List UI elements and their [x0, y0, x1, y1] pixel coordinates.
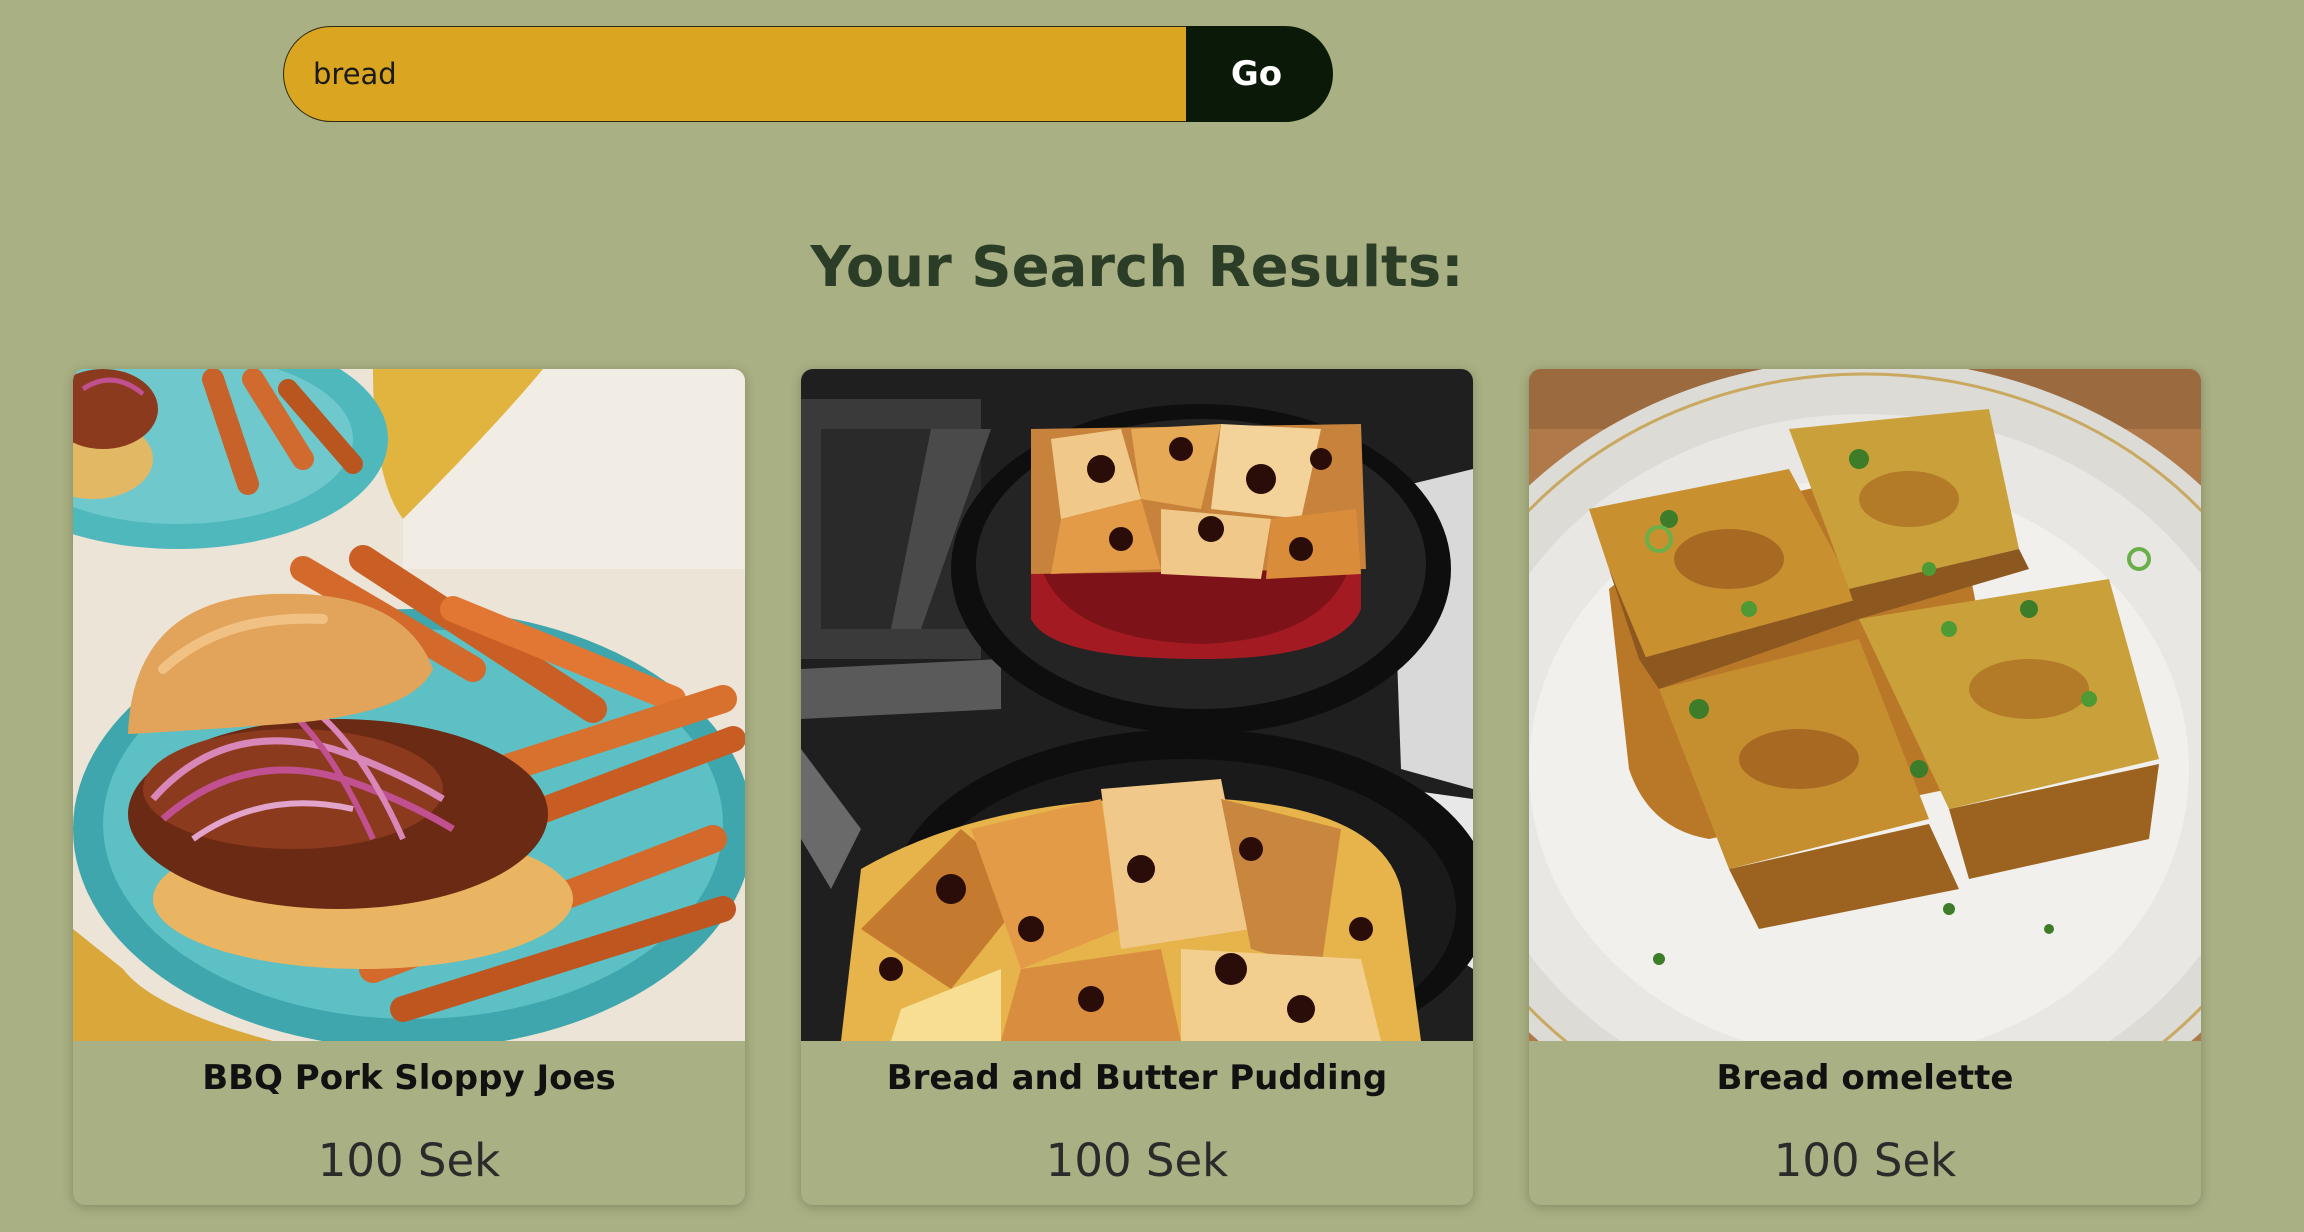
search-results-heading: Your Search Results:: [810, 235, 1464, 300]
search-input[interactable]: [283, 26, 1186, 122]
bbq-pork-sloppy-joes-photo[interactable]: [73, 369, 745, 1041]
result-price: 100 Sek: [1773, 1134, 1957, 1187]
result-title[interactable]: Bread omelette: [1529, 1058, 2201, 1098]
bread-and-butter-pudding-photo[interactable]: [801, 369, 1473, 1041]
bread-omelette-photo[interactable]: [1529, 369, 2201, 1041]
result-card[interactable]: Bread and Butter Pudding 100 Sek: [801, 369, 1473, 1205]
result-title[interactable]: Bread and Butter Pudding: [801, 1058, 1473, 1098]
result-price: 100 Sek: [317, 1134, 501, 1187]
result-price: 100 Sek: [1045, 1134, 1229, 1187]
result-card[interactable]: Bread omelette 100 Sek: [1529, 369, 2201, 1205]
search-bar: Go: [283, 26, 1333, 122]
go-button[interactable]: Go: [1186, 26, 1333, 122]
result-card[interactable]: BBQ Pork Sloppy Joes 100 Sek: [73, 369, 745, 1205]
result-title[interactable]: BBQ Pork Sloppy Joes: [73, 1058, 745, 1098]
